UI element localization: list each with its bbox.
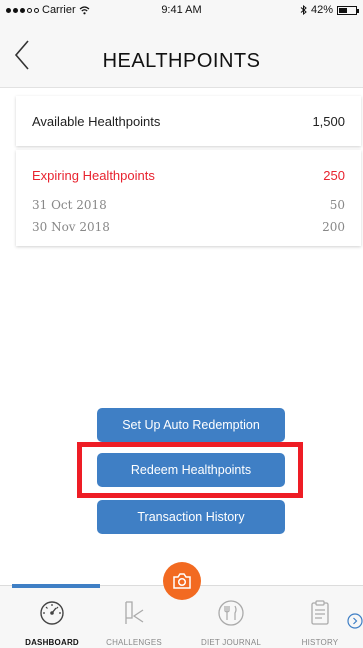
battery-percent: 42% (310, 4, 333, 16)
tab-dashboard[interactable]: DASHBOARD (12, 586, 92, 648)
battery-icon (337, 5, 359, 15)
expiry-date: 31 Oct 2018 (32, 198, 107, 212)
expiring-label: Expiring Healthpoints (32, 168, 155, 183)
status-bar: Carrier 9:41 AM 42% (0, 0, 363, 20)
dashboard-icon (40, 601, 64, 625)
auto-redemption-button[interactable]: Set Up Auto Redemption (97, 408, 285, 442)
chevron-right-circle-icon[interactable] (347, 613, 363, 629)
expiring-row: Expiring Healthpoints 250 (32, 168, 345, 183)
camera-button[interactable] (163, 562, 201, 600)
list-item: 31 Oct 2018 50 (32, 198, 345, 212)
history-icon (311, 600, 329, 625)
transaction-history-button[interactable]: Transaction History (97, 500, 285, 534)
highlight-box (77, 442, 303, 498)
tab-label: HISTORY (301, 638, 339, 647)
tab-challenges[interactable]: CHALLENGES (94, 586, 174, 648)
expiring-value: 250 (323, 168, 345, 183)
available-label: Available Healthpoints (32, 114, 161, 129)
available-value: 1,500 (312, 114, 345, 129)
nav-bar: HEALTHPOINTS (0, 20, 363, 88)
expiring-healthpoints-card: Expiring Healthpoints 250 31 Oct 2018 50… (16, 150, 361, 246)
expiry-points: 200 (322, 220, 345, 234)
list-item: 30 Nov 2018 200 (32, 220, 345, 234)
tab-label: DIET JOURNAL (200, 638, 262, 647)
available-row: Available Healthpoints 1,500 (32, 114, 345, 129)
bluetooth-icon (300, 5, 307, 15)
battery-status: 42% (300, 4, 359, 16)
expiry-date: 30 Nov 2018 (32, 220, 110, 234)
tab-label: DASHBOARD (25, 638, 79, 647)
camera-icon (173, 573, 191, 589)
challenges-icon (125, 601, 144, 624)
expiry-points: 50 (329, 198, 345, 212)
diet-journal-icon (218, 600, 244, 626)
tab-label: CHALLENGES (106, 638, 162, 647)
available-healthpoints-card: Available Healthpoints 1,500 (16, 96, 361, 146)
page-title: HEALTHPOINTS (102, 50, 261, 72)
tab-diet-journal[interactable]: DIET JOURNAL (191, 586, 271, 648)
